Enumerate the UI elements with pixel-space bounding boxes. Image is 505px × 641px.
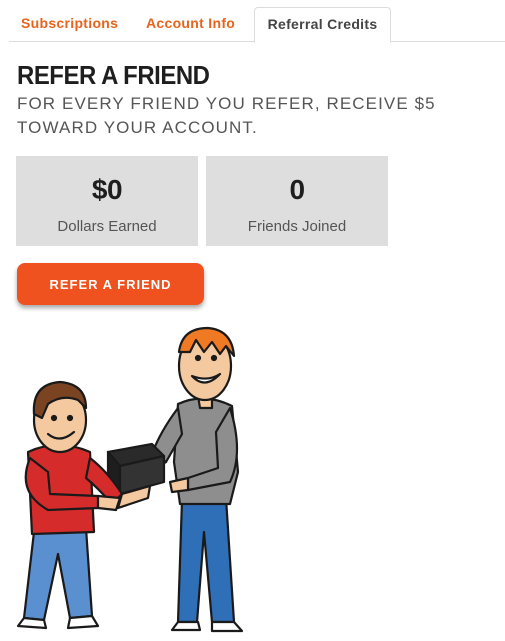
friends-joined-label: Friends Joined bbox=[247, 218, 347, 235]
account-tabs: Subscriptions Account Info Referral Cred… bbox=[9, 0, 505, 43]
refer-a-friend-button[interactable]: REFER A FRIEND bbox=[17, 263, 204, 305]
dollars-earned-label: Dollars Earned bbox=[57, 218, 157, 235]
friends-joined-value: 0 bbox=[289, 174, 305, 205]
dollars-earned-value: $0 bbox=[91, 174, 123, 205]
friends-gift-illustration bbox=[16, 326, 244, 633]
page-subtitle: FOR EVERY FRIEND YOU REFER, RECEIVE $5 T… bbox=[17, 94, 436, 137]
tab-account-info[interactable]: Account Info bbox=[146, 7, 235, 42]
tab-subscriptions[interactable]: Subscriptions bbox=[21, 7, 118, 42]
tab-referral-credits[interactable]: Referral Credits bbox=[254, 7, 391, 43]
friends-joined-card: 0 Friends Joined bbox=[206, 156, 388, 246]
dollars-earned-card: $0 Dollars Earned bbox=[16, 156, 198, 246]
page-title: REFER A FRIEND bbox=[17, 60, 210, 90]
